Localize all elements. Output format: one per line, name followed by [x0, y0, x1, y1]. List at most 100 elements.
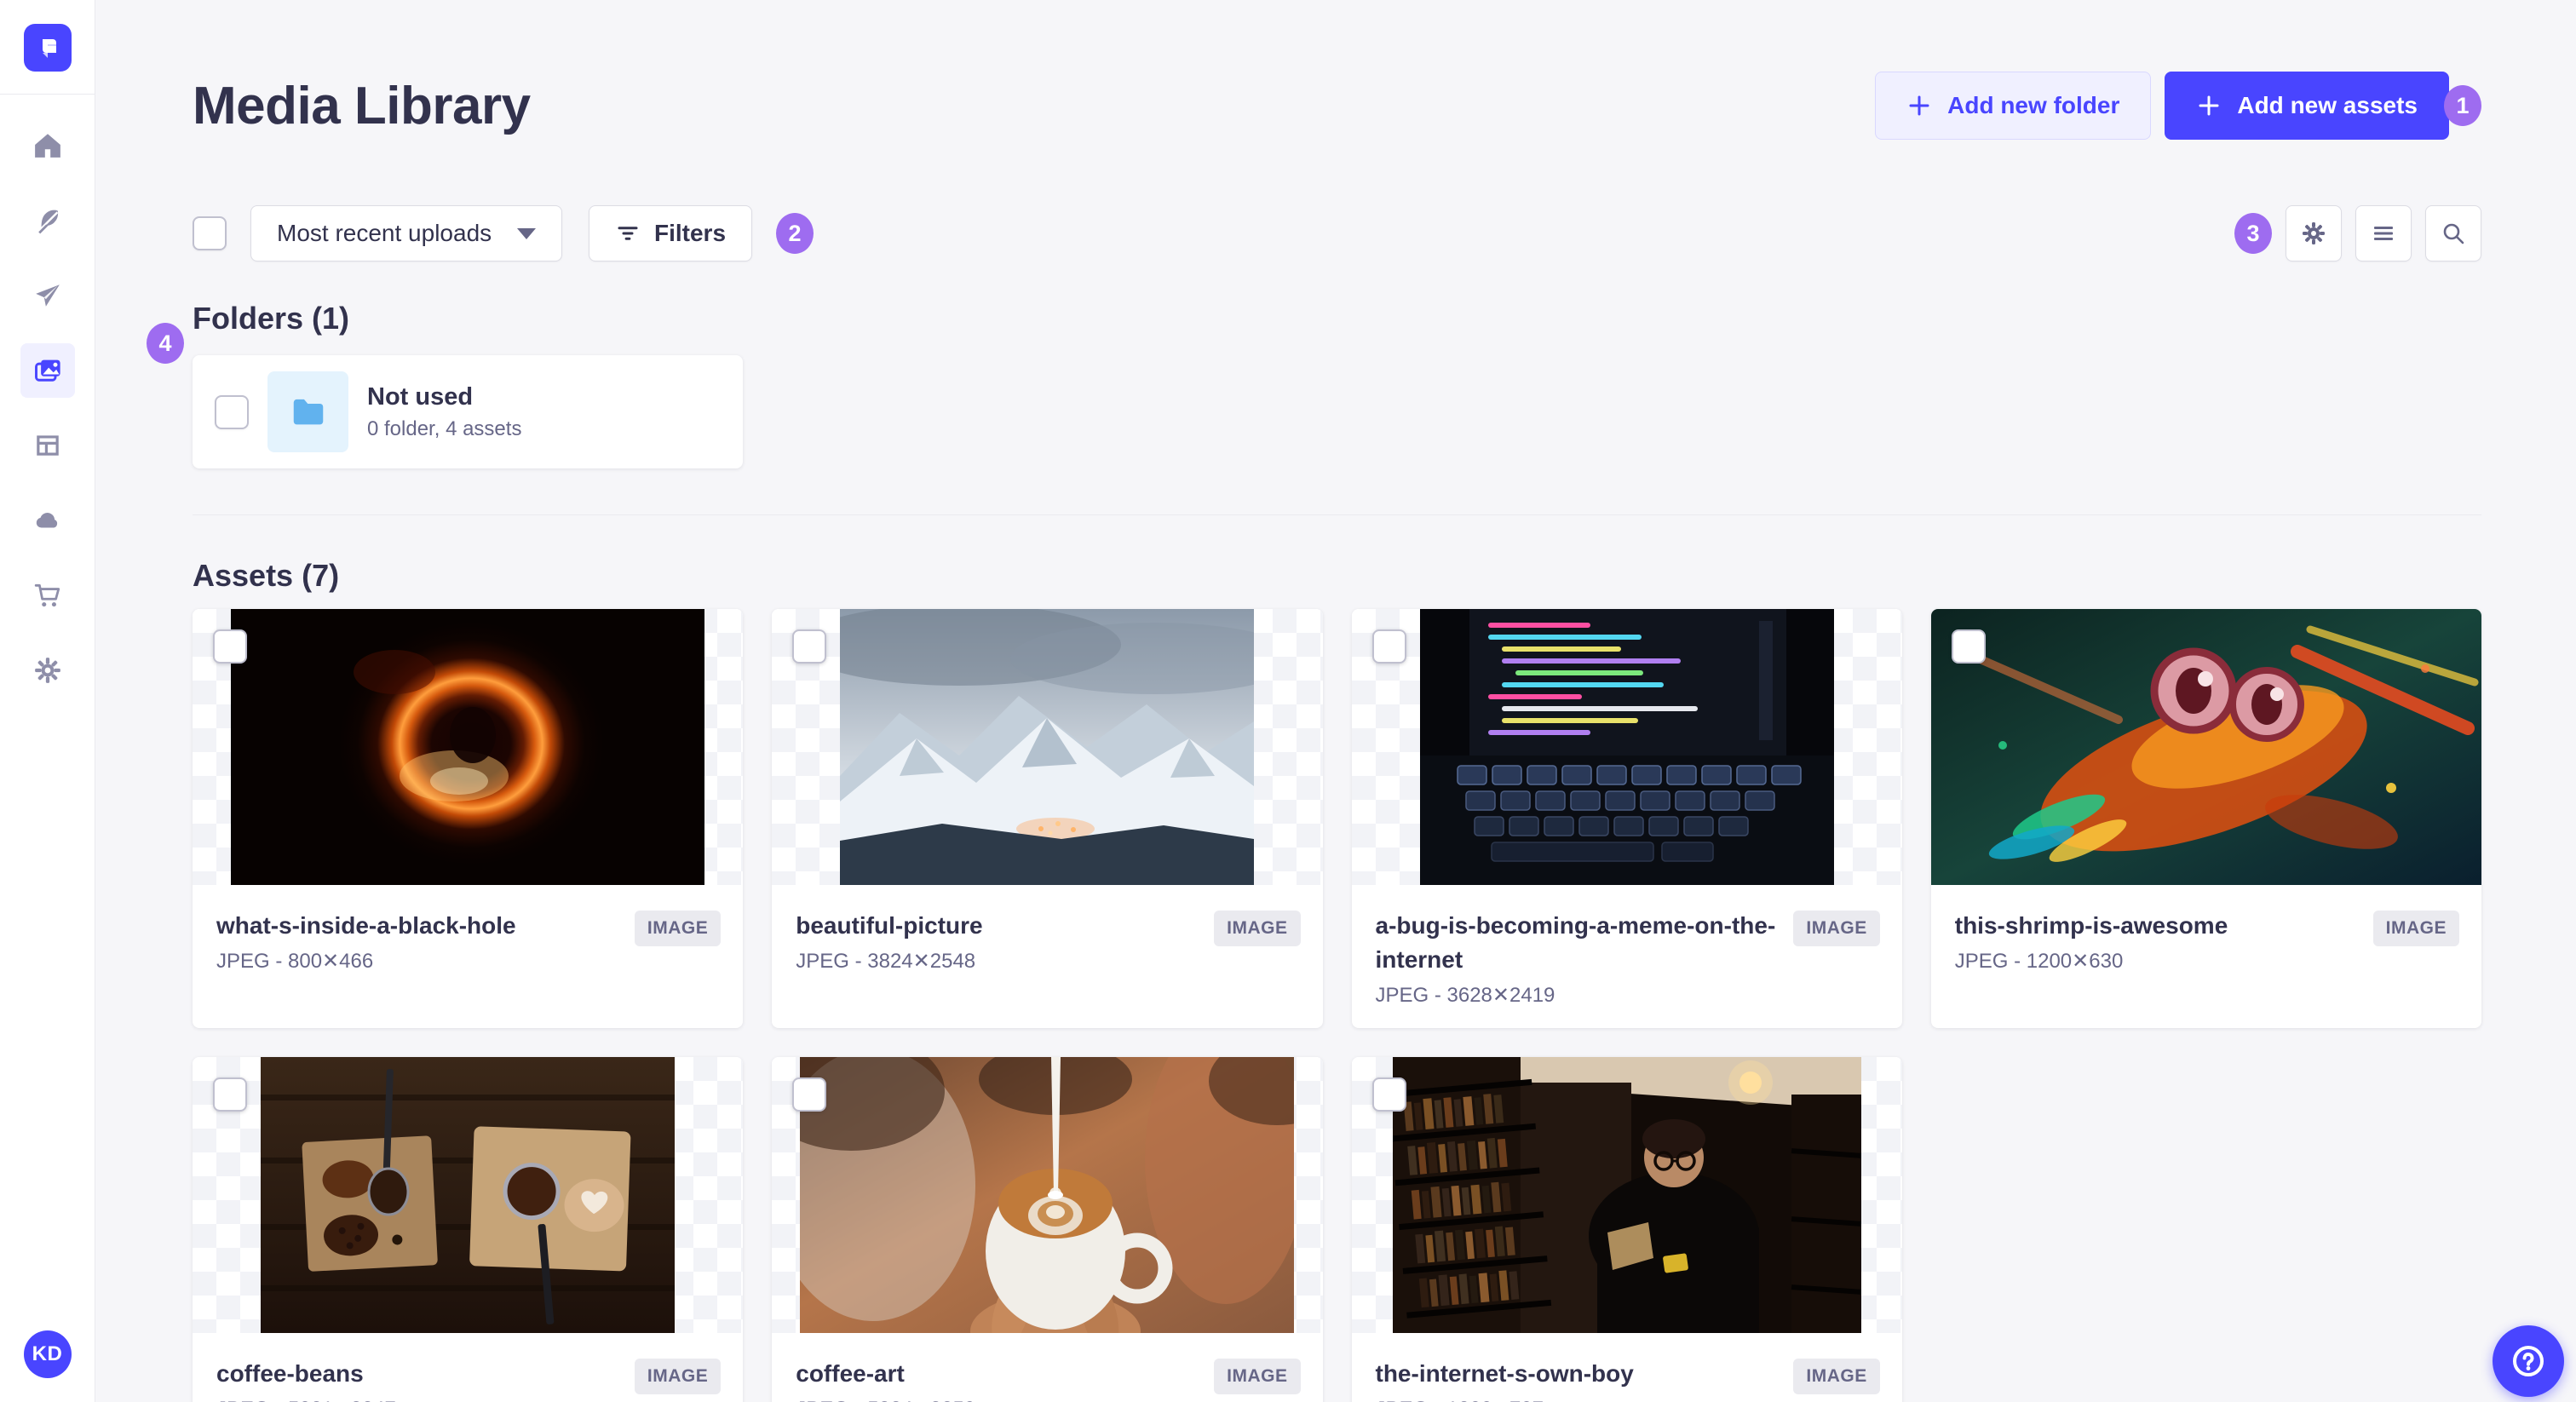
add-new-folder-label: Add new folder [1947, 92, 2120, 118]
asset-card[interactable]: a-bug-is-becoming-a-meme-on-the-internet… [1351, 609, 1902, 1028]
asset-checkbox[interactable] [1371, 629, 1406, 664]
asset-thumbnail-area [193, 609, 744, 885]
asset-checkbox[interactable] [1371, 1077, 1406, 1112]
asset-thumbnail-area [772, 609, 1323, 885]
list-icon [2374, 227, 2393, 240]
filters-button-label: Filters [654, 220, 727, 246]
black-hole-thumbnail [231, 609, 705, 885]
asset-card[interactable]: what-s-inside-a-black-hole JPEG - 800✕46… [193, 609, 744, 1028]
folder-checkbox[interactable] [215, 394, 249, 429]
asset-type-badge: IMAGE [2372, 911, 2459, 946]
coffee-art-thumbnail [800, 1057, 1295, 1333]
asset-checkbox[interactable] [213, 1077, 247, 1112]
folder-card[interactable]: Not used 0 folder, 4 assets [193, 355, 743, 468]
search-button[interactable] [2425, 205, 2481, 261]
folder-icon [293, 399, 323, 424]
asset-thumbnail-area [772, 1057, 1323, 1333]
asset-name: coffee-beans [216, 1360, 364, 1387]
tour-step-badge-2: 2 [776, 213, 814, 254]
grid-empty-cell [1931, 1057, 2481, 1402]
sidebar-item-home[interactable] [20, 118, 75, 173]
shrimp-thumbnail [1930, 609, 2481, 885]
paper-plane-icon [35, 284, 60, 307]
assets-grid: what-s-inside-a-black-hole JPEG - 800✕46… [193, 609, 2481, 1402]
folders-heading-label: Folders (1) [193, 301, 350, 336]
help-button[interactable] [2493, 1325, 2564, 1397]
asset-type-badge: IMAGE [1793, 1359, 1880, 1394]
chevron-down-icon [517, 227, 536, 239]
asset-card[interactable]: coffee-art JPEG - 5824✕3259 IMAGE [772, 1057, 1323, 1402]
asset-name: what-s-inside-a-black-hole [216, 912, 516, 939]
view-toolbar: 3 [2234, 205, 2481, 261]
asset-name: the-internet-s-own-boy [1375, 1360, 1634, 1387]
sidebar-item-releases[interactable] [20, 268, 75, 323]
asset-name: this-shrimp-is-awesome [1954, 912, 2228, 939]
home-icon [34, 134, 60, 158]
layout-icon [36, 435, 59, 456]
asset-checkbox[interactable] [792, 629, 827, 664]
asset-card-body: this-shrimp-is-awesome JPEG - 1200✕630 I… [1931, 885, 2481, 994]
asset-checkbox[interactable] [792, 1077, 827, 1112]
asset-card[interactable]: coffee-beans JPEG - 5021✕3347 IMAGE [193, 1057, 744, 1402]
header-actions: Add new folder Add new assets 1 [1875, 72, 2481, 140]
sidebar-item-deploy[interactable] [20, 493, 75, 548]
asset-card[interactable]: this-shrimp-is-awesome JPEG - 1200✕630 I… [1930, 609, 2481, 1028]
filter-icon [618, 227, 638, 240]
gear-icon [2303, 222, 2325, 244]
sidebar-item-content[interactable] [20, 193, 75, 248]
sidebar-item-settings[interactable] [20, 643, 75, 698]
sort-select[interactable]: Most recent uploads [250, 205, 562, 261]
asset-type-badge: IMAGE [1214, 1359, 1301, 1394]
asset-card[interactable]: beautiful-picture JPEG - 3824✕2548 IMAGE [772, 609, 1323, 1028]
assets-heading: Assets (7) [193, 558, 340, 593]
asset-meta: JPEG - 5021✕3347 [216, 1397, 619, 1402]
tour-step-badge-1: 1 [2444, 85, 2481, 126]
folder-texts: Not used 0 folder, 4 assets [367, 383, 521, 441]
asset-card[interactable]: the-internet-s-own-boy JPEG - 1200✕707 I… [1351, 1057, 1902, 1402]
add-new-assets-label: Add new assets [2237, 92, 2418, 118]
media-library-icon [34, 359, 60, 382]
tour-step-badge-4: 4 [147, 323, 184, 364]
coffee-beans-thumbnail [261, 1057, 676, 1333]
asset-card-body: coffee-beans JPEG - 5021✕3347 IMAGE [193, 1333, 743, 1402]
folders-heading: Folders (1) 4 [147, 301, 350, 364]
folder-name: Not used [367, 382, 474, 411]
asset-type-badge: IMAGE [1793, 911, 1880, 946]
asset-name: beautiful-picture [796, 912, 983, 939]
asset-thumbnail-area [1351, 609, 1902, 885]
filters-button[interactable]: Filters [589, 205, 753, 261]
asset-checkbox[interactable] [1951, 629, 1986, 664]
add-new-assets-button[interactable]: Add new assets [2165, 72, 2449, 140]
library-boy-thumbnail [1392, 1057, 1861, 1333]
sidebar-item-marketplace[interactable] [20, 568, 75, 623]
feather-icon [37, 210, 58, 234]
asset-meta: JPEG - 5824✕3259 [796, 1397, 1199, 1402]
sidebar-nav [20, 118, 75, 698]
folder-meta: 0 folder, 4 assets [367, 417, 522, 440]
page-header: Media Library Add new folder Add new ass… [193, 72, 2481, 140]
select-all-checkbox[interactable] [193, 216, 227, 250]
mountains-thumbnail [840, 609, 1255, 885]
asset-card-body: a-bug-is-becoming-a-meme-on-the-internet… [1352, 885, 1902, 1028]
configure-view-button[interactable] [2286, 205, 2342, 261]
sidebar-item-media-library[interactable] [20, 343, 75, 398]
asset-thumbnail-area [1351, 1057, 1902, 1333]
sidebar: KD [0, 0, 95, 1402]
question-icon [2513, 1346, 2544, 1376]
strapi-logo[interactable] [23, 24, 72, 72]
user-avatar[interactable]: KD [23, 1330, 72, 1378]
controls-bar: Most recent uploads Filters 2 3 [193, 205, 2481, 261]
sidebar-divider [0, 94, 95, 95]
page-title: Media Library [193, 76, 531, 135]
asset-meta: JPEG - 800✕466 [216, 950, 374, 973]
search-icon [2443, 223, 2464, 244]
asset-checkbox[interactable] [213, 629, 247, 664]
asset-thumbnail-area [193, 1057, 744, 1333]
sidebar-item-content-manager[interactable] [20, 418, 75, 473]
plus-icon [1909, 95, 1929, 116]
add-new-folder-button[interactable]: Add new folder [1875, 72, 2152, 140]
folder-icon-tile [267, 371, 348, 452]
asset-name: coffee-art [796, 1360, 905, 1387]
asset-card-body: what-s-inside-a-black-hole JPEG - 800✕46… [193, 885, 743, 994]
list-view-button[interactable] [2355, 205, 2412, 261]
